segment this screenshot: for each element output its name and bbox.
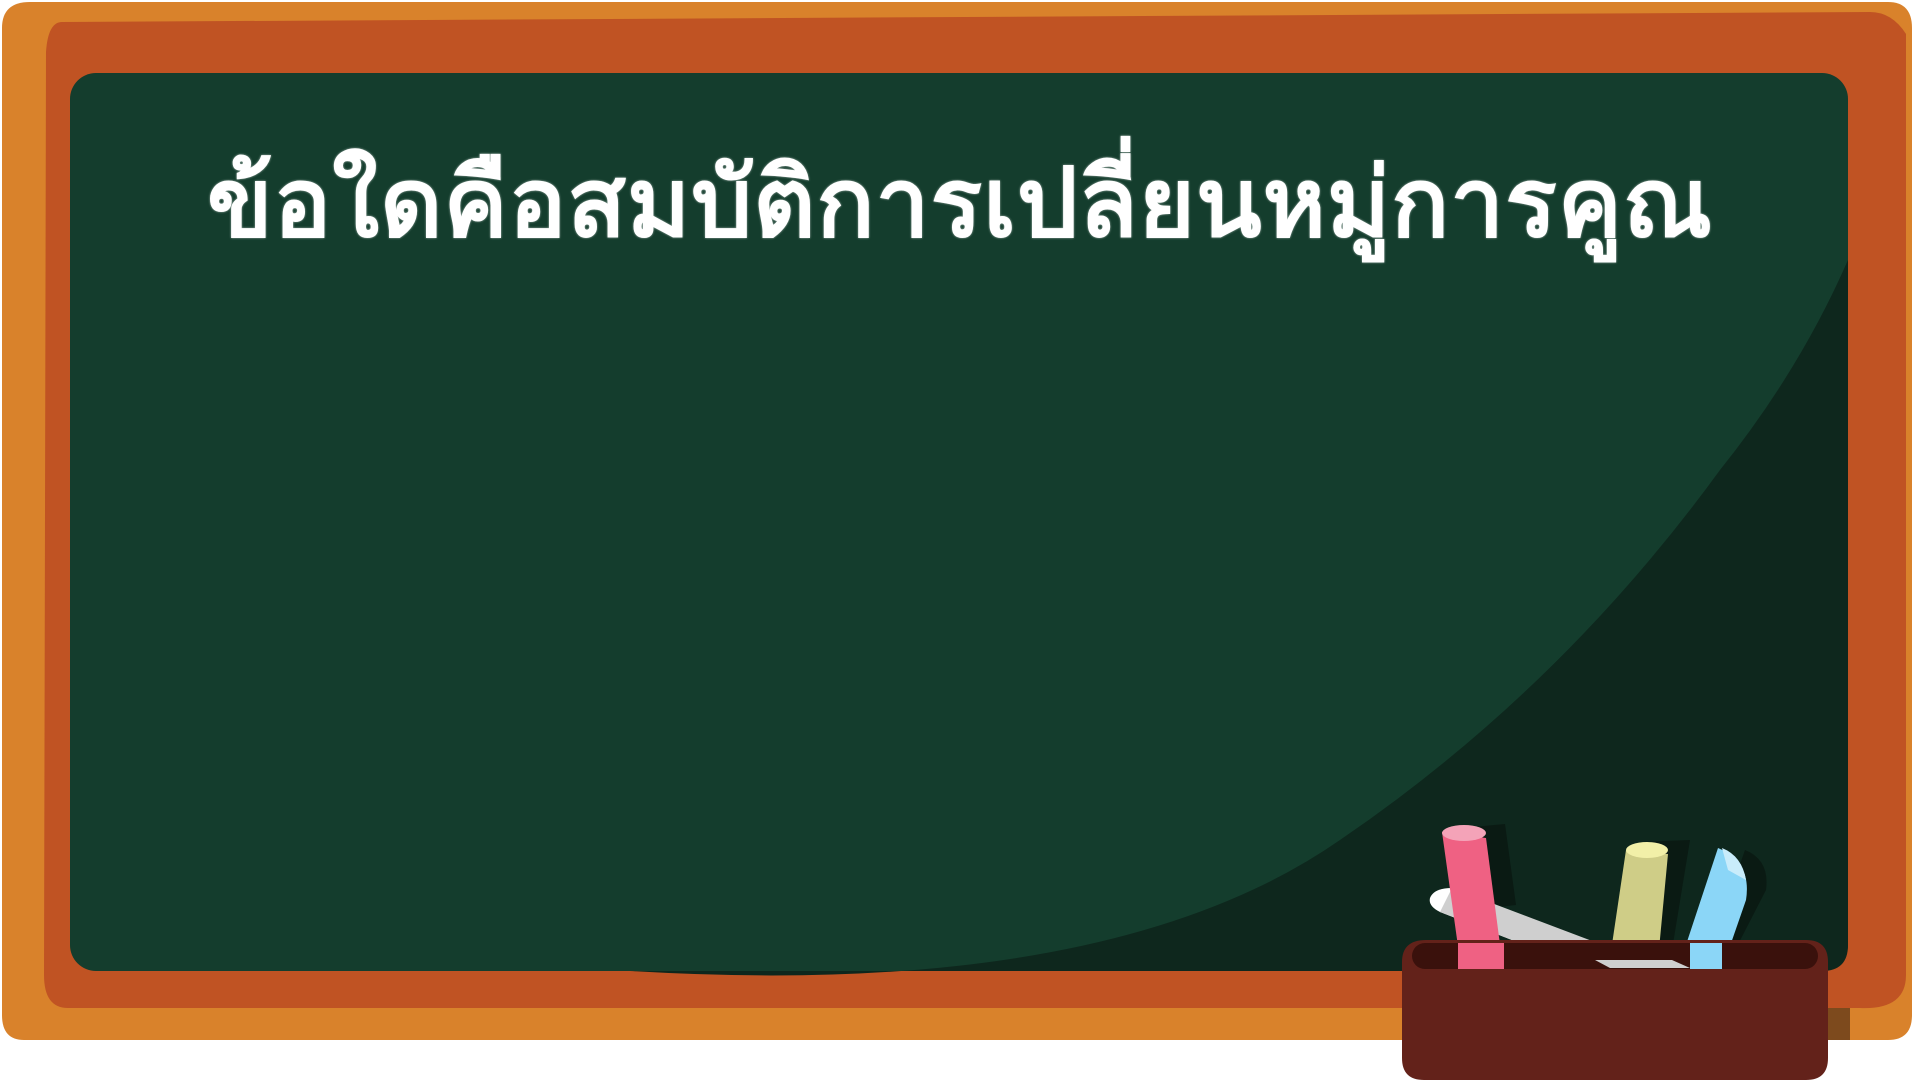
slide-title: ข้อใดคือสมบัติการเปลี่ยนหมู่การคูณ [206,147,1713,259]
slide-canvas: ข้อใดคือสมบัติการเปลี่ยนหมู่การคูณ [0,0,1918,1080]
